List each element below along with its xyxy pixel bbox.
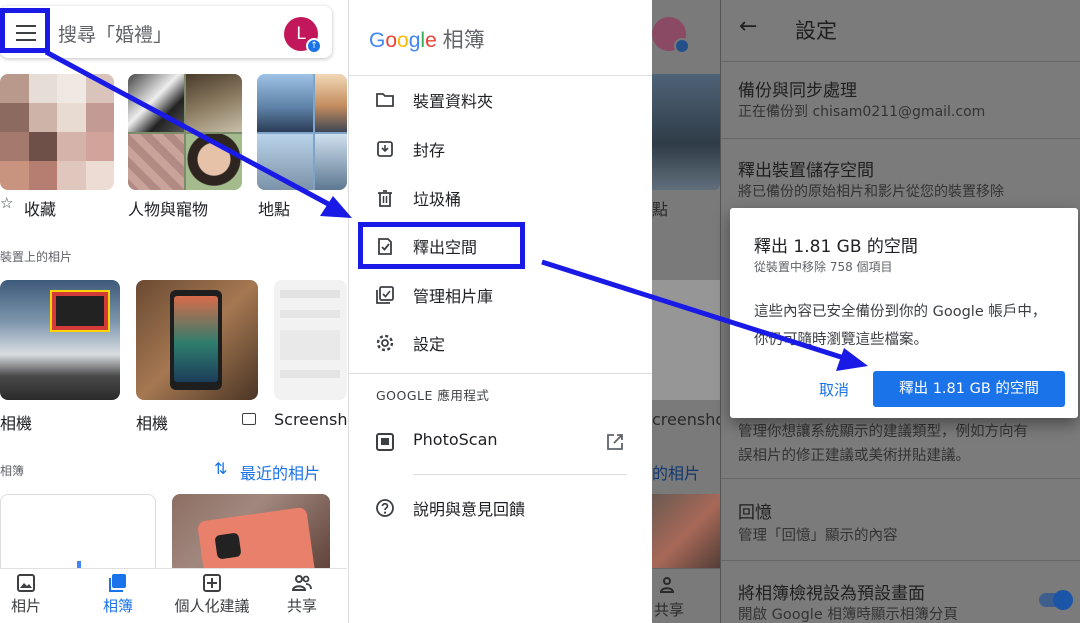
photoscan-icon bbox=[376, 433, 394, 451]
people-pets-thumbnail[interactable] bbox=[128, 74, 242, 190]
nav-photos-label: 相片 bbox=[10, 597, 41, 615]
drawer-item-settings[interactable]: 設定 bbox=[349, 321, 652, 365]
open-external-icon bbox=[607, 434, 623, 450]
group-label-places: 地點 bbox=[258, 200, 291, 219]
navigation-drawer: Google 相簿 裝置資料夾 封存 垃圾桶 釋出空間 管理相片庫 設定 GOO… bbox=[348, 0, 652, 623]
free-storage-title[interactable]: 釋出裝置儲存空間 bbox=[738, 156, 874, 181]
memories-subtitle: 管理「回憶」顯示的內容 bbox=[738, 528, 898, 544]
device-folder-label-camera-1: 相機 bbox=[0, 414, 33, 433]
gear-icon bbox=[376, 334, 394, 352]
star-icon: ☆ bbox=[0, 194, 14, 212]
dialog-body: 這些內容已安全備份到你的 Google 帳戶中，你仍可隨時瀏覽這些檔案。 bbox=[754, 304, 1047, 348]
folder-icon bbox=[376, 93, 394, 107]
drawer-title: Google 相簿 bbox=[369, 24, 485, 54]
drawer-item-label: 說明與意見回饋 bbox=[413, 500, 526, 519]
device-folder-label-screenshots: Screensho bbox=[274, 410, 347, 429]
nav-sharing-label: 共享 bbox=[286, 597, 317, 615]
avatar-dimmed bbox=[652, 17, 690, 54]
suggestions-subtitle-line1: 管理你想讓系統顯示的建議類型，例如方向有 bbox=[738, 424, 1028, 440]
group-label-favorites: 收藏 bbox=[24, 200, 57, 219]
device-folder-label-camera-2: 相機 bbox=[136, 414, 169, 433]
default-view-toggle[interactable] bbox=[1039, 590, 1073, 610]
people-icon bbox=[660, 577, 675, 593]
free-storage-subtitle: 將已備份的原始相片和影片從您的裝置移除 bbox=[738, 184, 1004, 200]
nav-albums[interactable]: 相簿 bbox=[96, 573, 140, 616]
sd-card-icon bbox=[242, 413, 256, 425]
nav-photos[interactable]: 相片 bbox=[4, 573, 48, 616]
device-folder-screenshots-thumbnail[interactable] bbox=[274, 280, 347, 400]
manage-library-icon bbox=[376, 286, 394, 304]
confirm-free-up-button[interactable]: 釋出 1.81 GB 的空間 bbox=[873, 371, 1065, 407]
sort-icon[interactable]: ⇅ bbox=[214, 459, 227, 478]
drawer-item-label: 垃圾桶 bbox=[413, 190, 462, 209]
places-thumbnail[interactable] bbox=[257, 74, 347, 190]
photo-icon bbox=[17, 574, 35, 592]
highlight-menu-button bbox=[0, 8, 50, 53]
apps-section-heading: GOOGLE 應用程式 bbox=[376, 388, 490, 403]
albums-icon bbox=[109, 574, 126, 592]
device-photos-heading: 裝置上的相片 bbox=[0, 250, 73, 264]
nav-albums-label: 相簿 bbox=[102, 597, 133, 615]
favorites-thumbnail[interactable] bbox=[0, 74, 114, 190]
free-up-space-dialog: 釋出 1.81 GB 的空間 從裝置中移除 758 個項目 這些內容已安全備份到… bbox=[730, 208, 1078, 418]
recent-photos-link[interactable]: 最近的相片 bbox=[240, 460, 320, 484]
album-thumbnail-1[interactable] bbox=[0, 494, 156, 574]
drawer-item-label: 管理相片庫 bbox=[413, 287, 494, 306]
trash-icon bbox=[378, 190, 392, 207]
group-label-people: 人物與寵物 bbox=[128, 200, 209, 219]
suggestions-subtitle-line2: 誤相片的修正建議或美術拼貼建議。 bbox=[738, 448, 970, 464]
dimmed-bottom-nav: 共享 bbox=[652, 568, 720, 623]
drawer-item-label: 裝置資料夾 bbox=[413, 92, 494, 111]
albums-heading: 相簿 bbox=[0, 464, 25, 478]
dimmed-screenshots-label: creensho bbox=[652, 410, 720, 429]
device-folder-camera-1-thumbnail[interactable] bbox=[0, 280, 120, 400]
drawer-item-label: 封存 bbox=[413, 141, 446, 160]
drawer-item-help-feedback[interactable]: 說明與意見回饋 bbox=[349, 486, 652, 530]
dialog-title: 釋出 1.81 GB 的空間 bbox=[754, 237, 918, 257]
device-folder-camera-2-thumbnail[interactable] bbox=[136, 280, 258, 400]
drawer-item-label: 設定 bbox=[413, 335, 446, 354]
photos-library-panel: 搜尋「婚禮」 L ↑ ☆ 收藏 人物與寵物 地點 裝置上的相片 相機 相機 Sc… bbox=[0, 0, 347, 623]
dimmed-recent-label: 的相片 bbox=[652, 464, 701, 483]
drawer-item-manage-library[interactable]: 管理相片庫 bbox=[349, 273, 652, 317]
archive-icon bbox=[377, 141, 393, 157]
drawer-item-label: PhotoScan bbox=[413, 430, 498, 449]
back-arrow-icon[interactable]: ← bbox=[739, 14, 757, 39]
dialog-subtitle: 從裝置中移除 758 個項目 bbox=[754, 260, 893, 274]
drawer-item-trash[interactable]: 垃圾桶 bbox=[349, 176, 652, 220]
add-box-icon bbox=[203, 574, 221, 592]
backup-sync-title[interactable]: 備份與同步處理 bbox=[738, 76, 857, 101]
backup-sync-subtitle: 正在備份到 chisam0211@gmail.com bbox=[738, 104, 986, 120]
nav-for-you-label: 個人化建議 bbox=[174, 597, 250, 615]
dimmed-photos-strip: 點 creensho 的相片 共享 bbox=[652, 0, 720, 623]
avatar[interactable]: L ↑ bbox=[284, 17, 322, 54]
highlight-free-up-space bbox=[358, 222, 525, 269]
nav-for-you[interactable]: 個人化建議 bbox=[166, 573, 258, 616]
default-view-title: 將相簿檢視設為預設畫面 bbox=[738, 584, 925, 604]
dimmed-places-label: 點 bbox=[652, 200, 669, 219]
drawer-item-archive[interactable]: 封存 bbox=[349, 127, 652, 171]
drawer-item-photoscan[interactable]: PhotoScan bbox=[349, 420, 652, 464]
people-icon bbox=[292, 575, 312, 591]
default-view-subtitle: 開啟 Google 相簿時顯示相簿分頁 bbox=[738, 607, 958, 623]
memories-title[interactable]: 回憶 bbox=[738, 498, 772, 523]
bottom-nav: 相片 相簿 個人化建議 共享 bbox=[0, 568, 347, 623]
cancel-button[interactable]: 取消 bbox=[794, 372, 874, 408]
drawer-item-device-folders[interactable]: 裝置資料夾 bbox=[349, 78, 652, 122]
search-input[interactable]: 搜尋「婚禮」 bbox=[58, 20, 172, 47]
album-thumbnail-2[interactable] bbox=[172, 494, 330, 574]
nav-sharing[interactable]: 共享 bbox=[280, 573, 324, 616]
dimmed-sharing-label: 共享 bbox=[654, 601, 685, 619]
backup-upload-icon: ↑ bbox=[306, 38, 322, 54]
help-icon bbox=[376, 499, 394, 517]
settings-title: 設定 bbox=[795, 19, 837, 43]
drawer-app-name: 相簿 bbox=[442, 28, 485, 52]
google-logo: Google bbox=[369, 29, 437, 52]
